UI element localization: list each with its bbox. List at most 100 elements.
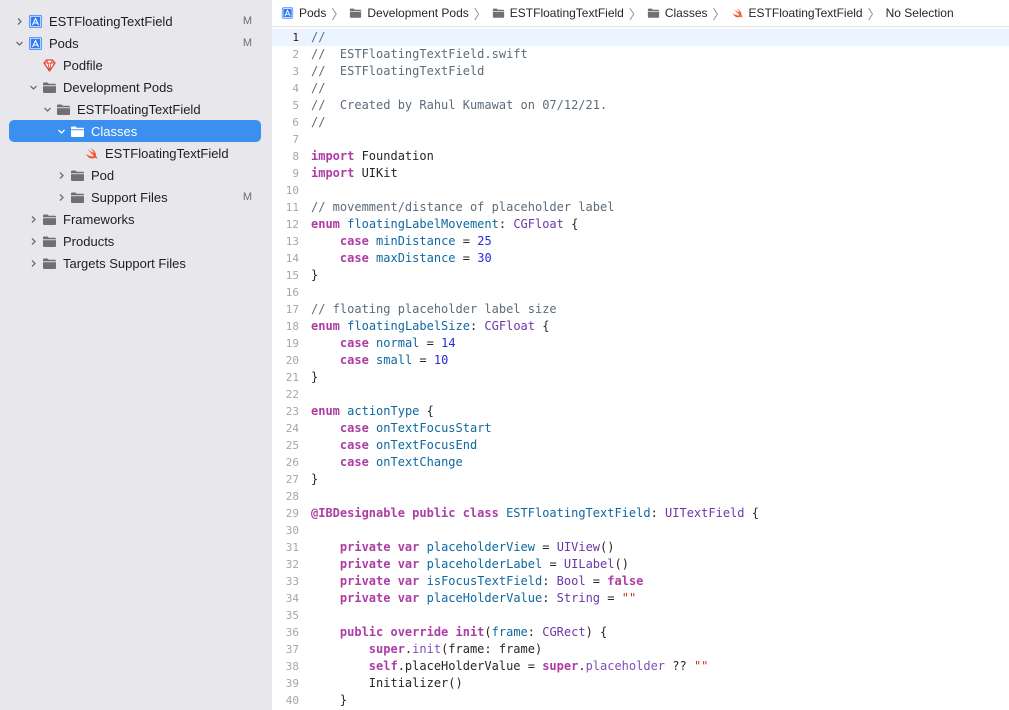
breadcrumb-item[interactable]: Pods [281,6,326,20]
code-line[interactable]: 7 [272,131,1009,148]
breadcrumb-label: Development Pods [367,6,469,20]
code-line[interactable]: 21} [272,369,1009,386]
code-line[interactable]: 31 private var placeholderView = UIView(… [272,539,1009,556]
breadcrumb-separator-icon: 〉 [331,6,345,22]
code-token: String [556,591,601,605]
code-line[interactable]: 3 // ESTFloatingTextField [272,63,1009,80]
code-token: } [311,370,319,384]
code-line[interactable]: 27} [272,471,1009,488]
xcode-project-icon [28,36,43,50]
code-line[interactable]: 5 // Created by Rahul Kumawat on 07/12/21… [272,97,1009,114]
chevron-down-icon[interactable] [13,37,25,49]
code-line[interactable]: 23 enum actionType { [272,403,1009,420]
code-line[interactable]: 12 enum floatingLabelMovement: CGFloat { [272,216,1009,233]
code-token: case [339,438,369,452]
code-line[interactable]: 34 private var placeHolderValue: String … [272,590,1009,607]
code-token: } [311,268,319,282]
code-line[interactable]: 22 [272,386,1009,403]
code-text: // [311,80,325,97]
chevron-right-icon[interactable] [27,213,39,225]
code-line[interactable]: 37 super.init(frame: frame) [272,641,1009,658]
code-area[interactable]: 1 // 2 // ESTFloatingTextField.swift 3 // EST… [272,29,1009,709]
code-line[interactable]: 40 } [272,692,1009,709]
code-line[interactable]: 16 [272,284,1009,301]
chevron-right-icon[interactable] [27,235,39,247]
code-line[interactable]: 17 // floating placeholder label size [272,301,1009,318]
code-token: init [412,642,442,656]
code-line[interactable]: 36 public override init(frame: CGRect) { [272,624,1009,641]
navigator-item[interactable]: Classes [9,120,261,142]
line-number: 16 [285,286,299,299]
code-token: = [535,540,557,554]
code-text: case normal = 14 [311,335,456,352]
code-text: enum actionType { [311,403,434,420]
chevron-right-icon[interactable] [55,169,67,181]
breadcrumb-item[interactable]: ESTFloatingTextField [731,6,863,20]
breadcrumb-item[interactable]: Development Pods [349,6,469,20]
code-text: public override init(frame: CGRect) { [311,624,607,641]
code-line[interactable]: 25 case onTextFocusEnd [272,437,1009,454]
code-line[interactable]: 8 import Foundation [272,148,1009,165]
code-token: UIView [556,540,601,554]
swift-icon [731,7,744,19]
code-token: // [311,81,326,95]
breadcrumb-item[interactable]: ESTFloatingTextField [492,6,624,20]
code-line[interactable]: 26 case onTextChange [272,454,1009,471]
code-text: case onTextFocusEnd [311,437,477,454]
code-line[interactable]: 4 // [272,80,1009,97]
code-line[interactable]: 19 case normal = 14 [272,335,1009,352]
code-token: public override init [339,625,485,639]
code-line[interactable]: 13 case minDistance = 25 [272,233,1009,250]
chevron-down-icon[interactable] [55,125,67,137]
breadcrumb-item[interactable]: No Selection [886,6,954,20]
code-line[interactable]: 9 import UIKit [272,165,1009,182]
code-line[interactable]: 32 private var placeholderLabel = UILabe… [272,556,1009,573]
code-text: } [311,692,347,709]
code-line[interactable]: 11 // movemment/distance of placeholder l… [272,199,1009,216]
line-number: 34 [285,592,299,605]
source-control-status-badge: M [242,37,252,49]
code-line[interactable]: 10 [272,182,1009,199]
navigator-item[interactable]: Pod [9,164,261,186]
code-line[interactable]: 14 case maxDistance = 30 [272,250,1009,267]
navigator-item[interactable]: Targets Support Files [9,252,261,274]
code-line[interactable]: 30 [272,522,1009,539]
navigator-item[interactable]: Podfile [9,54,261,76]
navigator-item[interactable]: ESTFloatingTextField M [9,10,261,32]
navigator-item-label: Pods [49,35,79,51]
chevron-right-icon[interactable] [27,257,39,269]
navigator-item[interactable]: ESTFloatingTextField [9,98,261,120]
navigator-item[interactable]: Support Files M [9,186,261,208]
navigator-item[interactable]: Development Pods [9,76,261,98]
code-line[interactable]: 24 case onTextFocusStart [272,420,1009,437]
folder-icon [42,235,57,248]
code-token: CGFloat [484,319,535,333]
chevron-down-icon[interactable] [41,103,53,115]
code-line[interactable]: 20 case small = 10 [272,352,1009,369]
chevron-right-icon[interactable] [13,15,25,27]
chevron-down-icon[interactable] [27,81,39,93]
code-line[interactable]: 38 self.placeHolderValue = super.placeho… [272,658,1009,675]
code-line[interactable]: 29 @IBDesignable public class ESTFloating… [272,505,1009,522]
code-line[interactable]: 6 // [272,114,1009,131]
navigator-item[interactable]: ESTFloatingTextField [9,142,261,164]
code-line[interactable]: 18 enum floatingLabelSize: CGFloat { [272,318,1009,335]
navigator-item[interactable]: Frameworks [9,208,261,230]
navigator-item[interactable]: Products [9,230,261,252]
code-token: : [469,319,485,333]
code-line[interactable]: 28 [272,488,1009,505]
chevron-right-icon[interactable] [55,191,67,203]
navigator-item[interactable]: Pods M [9,32,261,54]
code-line[interactable]: 2 // ESTFloatingTextField.swift [272,46,1009,63]
code-line[interactable]: 33 private var isFocusTextField: Bool = … [272,573,1009,590]
code-token: : [527,625,543,639]
breadcrumb-item[interactable]: Classes [647,6,708,20]
code-line[interactable]: 39 Initializer() [272,675,1009,692]
code-line[interactable]: 15} [272,267,1009,284]
code-line[interactable]: 35 [272,607,1009,624]
code-line[interactable]: 1 // [272,29,1009,46]
